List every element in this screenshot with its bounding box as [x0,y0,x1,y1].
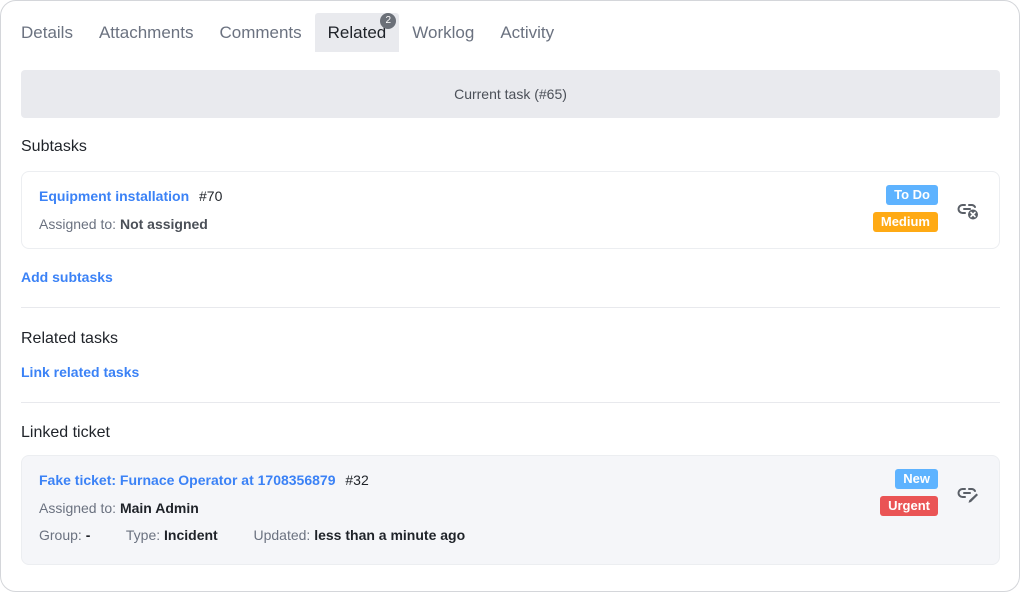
type-label: Type: [125,527,161,543]
ticket-details-row: Group: - Type: Incident Updated: less th… [39,527,465,543]
tab-attachments[interactable]: Attachments [86,13,207,52]
subtask-number: #70 [199,188,223,204]
tab-activity[interactable]: Activity [487,13,567,52]
tab-label: Related [327,23,387,42]
task-panel: Details Attachments Comments Related 2 W… [0,0,1020,592]
group-label: Group: [39,527,82,543]
divider [21,402,1000,403]
divider [21,307,1000,308]
linked-ticket-heading: Linked ticket [21,424,110,441]
subtask-assignee: Assigned to: Not assigned [39,216,208,232]
assigned-label: Assigned to: [39,216,117,232]
ticket-title-link[interactable]: Fake ticket: Furnace Operator at 1708356… [39,472,336,488]
status-badge: New [895,469,938,489]
priority-badge: Urgent [880,496,938,516]
updated-value: less than a minute ago [314,527,466,543]
tab-label: Details [21,23,73,42]
tab-comments[interactable]: Comments [206,13,314,52]
related-tasks-heading: Related tasks [21,330,118,347]
assigned-label: Assigned to: [39,500,117,516]
tab-worklog[interactable]: Worklog [399,13,487,52]
subtasks-heading: Subtasks [21,138,87,155]
related-count-badge: 2 [380,13,397,29]
subtask-title-link[interactable]: Equipment installation [39,188,189,204]
type-value: Incident [164,527,218,543]
current-task-banner: Current task (#65) [21,70,1000,118]
link-related-tasks-link[interactable]: Link related tasks [21,364,139,380]
ticket-number: #32 [345,472,369,488]
tab-details[interactable]: Details [21,13,86,52]
priority-badge: Medium [872,212,938,232]
tab-label: Activity [500,23,555,42]
assigned-value: Not assigned [119,216,208,232]
tab-label: Comments [219,23,302,42]
add-subtasks-link[interactable]: Add subtasks [21,269,113,285]
status-badge: To Do [886,185,938,205]
unlink-icon[interactable] [956,198,980,222]
linked-ticket-card: Fake ticket: Furnace Operator at 1708356… [21,455,1000,565]
subtask-card: Equipment installation #70 Assigned to: … [21,171,1000,249]
edit-link-icon[interactable] [956,482,980,506]
updated-label: Updated: [253,527,311,543]
tab-label: Worklog [412,23,475,42]
assigned-value: Main Admin [119,500,199,516]
group-value: - [85,527,91,543]
tab-related[interactable]: Related 2 [314,13,400,52]
tab-bar: Details Attachments Comments Related 2 W… [21,13,567,52]
ticket-assignee: Assigned to: Main Admin [39,500,199,516]
tab-label: Attachments [98,23,194,42]
